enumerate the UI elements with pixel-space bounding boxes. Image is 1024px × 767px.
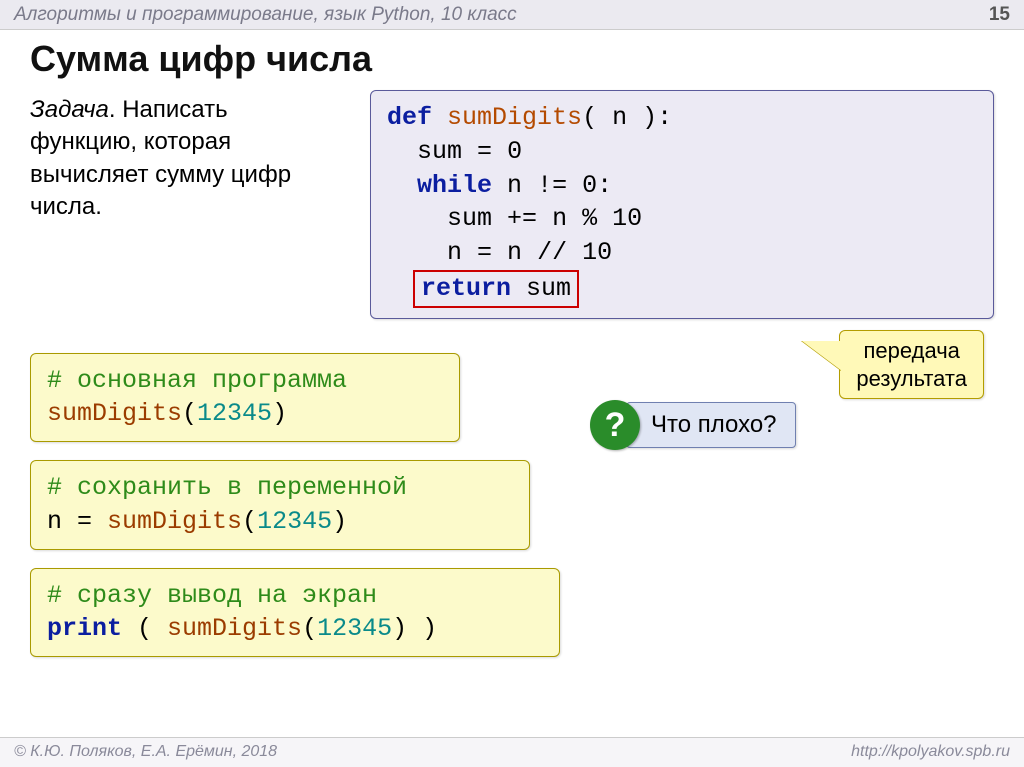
c-space: ( [122,614,167,643]
callout-result-transfer: передача результата [839,330,984,399]
l4-pe: += [507,204,537,233]
b-lhs: n = [47,507,107,536]
l5-n2: n [492,238,522,267]
page-number: 15 [989,4,1010,26]
l2-var: sum [387,137,462,166]
b-open: ( [242,507,257,536]
c-arg: 12345 [317,614,392,643]
l5-fd: // [537,238,567,267]
b-close: ) [332,507,347,536]
c-print: print [47,614,122,643]
c-open: ( [302,614,317,643]
a-close: ) [272,399,287,428]
task-text: Задача. Написать функцию, которая вычисл… [30,90,340,224]
c-close: ) ) [392,614,437,643]
kw-return: return [421,274,511,303]
l4-mod: % [582,204,597,233]
slide-footer: © К.Ю. Поляков, Е.А. Ерёмин, 2018 http:/… [0,737,1024,767]
kw-while: while [387,171,492,200]
b-fn: sumDigits [107,507,242,536]
header-subject: Алгоритмы и программирование, язык Pytho… [14,4,517,26]
l4-sum: sum [387,204,492,233]
callout-line2: результата [856,365,967,393]
question-text: Что плохо? [626,402,796,448]
a-arg: 12345 [197,399,272,428]
ret-sum: sum [511,274,571,303]
footer-url: http://kpolyakov.spb.ru [851,743,1010,762]
a-fn: sumDigits [47,399,182,428]
l4-ten: 10 [612,204,642,233]
question-callout: ? Что плохо? [590,400,796,450]
question-mark-icon: ? [590,400,640,450]
footer-copyright: © К.Ю. Поляков, Е.А. Ерёмин, 2018 [14,743,277,762]
c-comment: # сразу вывод на экран [47,581,377,610]
snippet-main-program: # основная программа sumDigits(12345) [30,353,460,443]
l2-zero: 0 [507,137,522,166]
fn-params: ( n ): [582,103,672,132]
task-label: Задача [30,96,109,123]
l5-ten: 10 [582,238,612,267]
callout-line1: передача [856,337,967,365]
l3-zero: 0: [582,171,612,200]
l4-n: n [537,204,567,233]
fn-name: sumDigits [447,103,582,132]
c-fn: sumDigits [167,614,302,643]
code-definition-box: def sumDigits( n ): sum = 0 while n != 0… [370,90,994,319]
l3-n: n [492,171,522,200]
snippet-store-variable: # сохранить в переменной n = sumDigits(1… [30,460,530,550]
a-comment: # основная программа [47,366,347,395]
slide-title: Сумма цифр числа [0,30,1024,90]
l5-eq: = [477,238,492,267]
l2-eq: = [477,137,492,166]
b-comment: # сохранить в переменной [47,473,407,502]
return-highlight: return sum [413,270,579,308]
b-arg: 12345 [257,507,332,536]
snippet-print: # сразу вывод на экран print ( sumDigits… [30,568,560,658]
l3-ne: != [537,171,567,200]
l5-n: n [387,238,462,267]
a-open: ( [182,399,197,428]
slide-header: Алгоритмы и программирование, язык Pytho… [0,0,1024,30]
kw-def: def [387,103,432,132]
